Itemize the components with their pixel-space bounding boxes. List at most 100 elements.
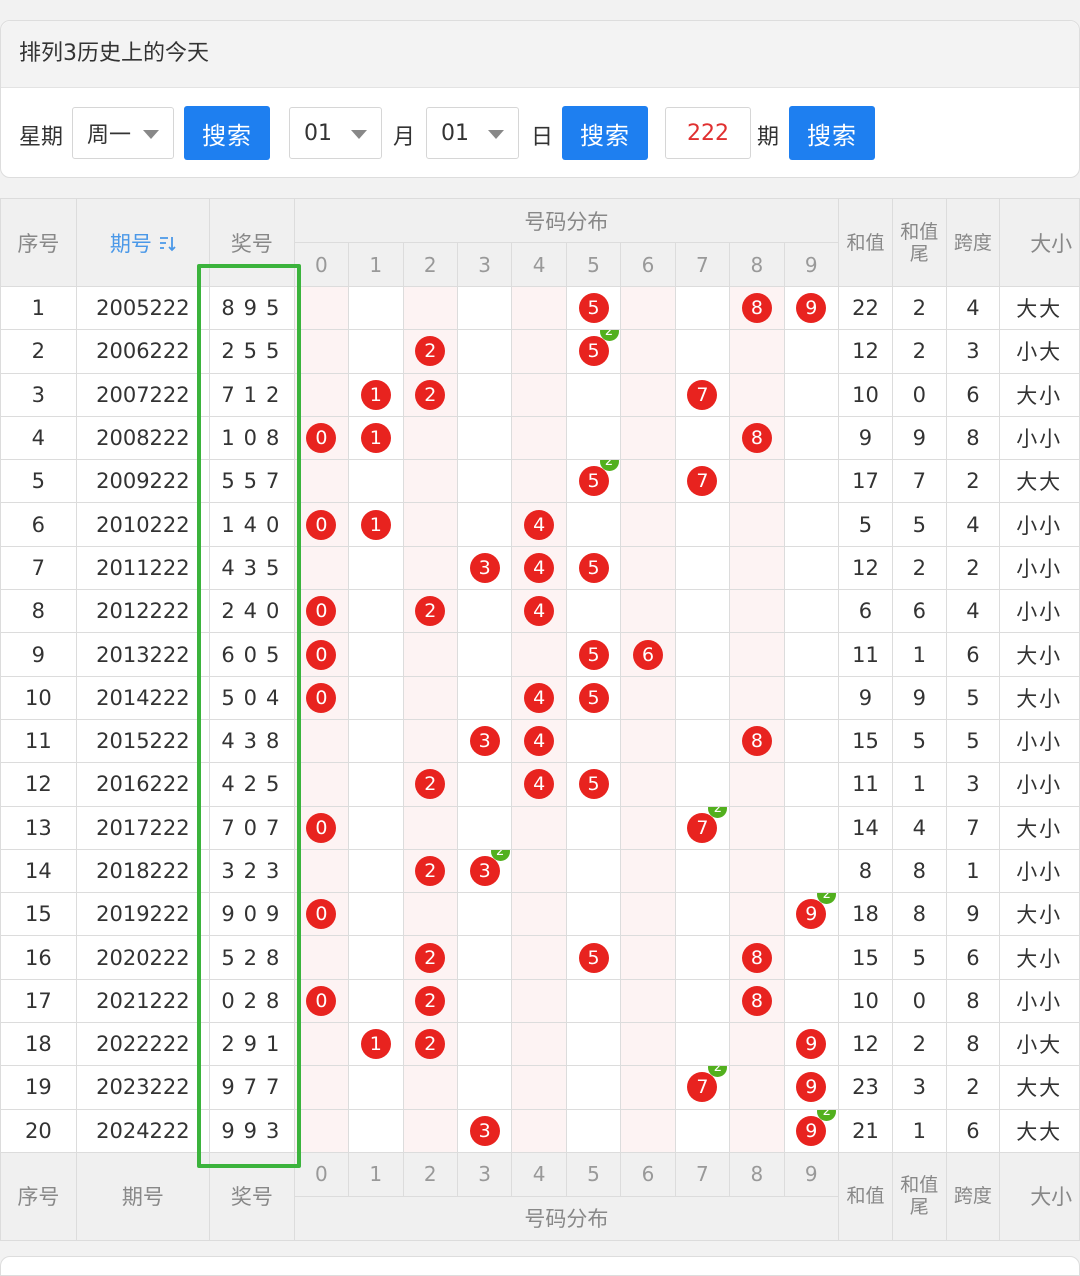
row-span: 4 <box>945 502 1001 547</box>
dist-cell-6 <box>620 848 676 894</box>
number-ball: 2 <box>415 769 446 800</box>
weekday-label: 星期 <box>19 125 64 150</box>
dist-cell-8 <box>729 502 785 547</box>
dist-cell-7: 72 <box>674 1065 731 1110</box>
row-sum-tail: 5 <box>891 935 947 980</box>
footer-sum-tail: 和值尾 <box>891 1151 947 1241</box>
dist-cell-7 <box>674 1022 731 1067</box>
dist-cell-5 <box>565 892 622 937</box>
dist-cell-9 <box>783 805 840 850</box>
digit-header-4: 4 <box>511 242 567 287</box>
dist-cell-2: 2 <box>402 762 458 807</box>
header-award: 奖号 <box>209 198 295 287</box>
row-sum-tail: 8 <box>891 848 947 894</box>
dist-cell-8 <box>729 1065 785 1110</box>
number-ball: 52 <box>578 330 619 367</box>
dist-cell-7 <box>674 762 731 807</box>
dist-cell-8 <box>729 329 785 374</box>
dist-cell-1: 1 <box>348 415 404 461</box>
row-period: 2009222 <box>75 459 211 504</box>
row-span: 2 <box>945 545 1001 591</box>
dist-cell-1 <box>348 545 404 591</box>
dist-cell-3 <box>456 762 513 807</box>
dist-cell-8 <box>729 805 785 850</box>
table-row: 9 2013222 605 0 5 6 11 1 6 大小 <box>0 632 1080 677</box>
search-weekday-button[interactable]: 搜索 <box>184 106 270 160</box>
weekday-select[interactable]: 周一 <box>72 107 174 159</box>
table-row: 17 2021222 028 0 2 8 10 0 8 小小 <box>0 978 1080 1024</box>
dist-cell-3 <box>456 372 513 417</box>
dist-cell-7: 7 <box>674 459 731 504</box>
dist-cell-4 <box>511 459 567 504</box>
dist-cell-9 <box>783 718 840 764</box>
dist-cell-1 <box>348 978 404 1024</box>
number-ball: 2 <box>415 985 446 1016</box>
dist-cell-5: 5 <box>565 285 622 331</box>
dist-cell-4 <box>511 285 567 331</box>
month-select[interactable]: 01 <box>289 107 382 159</box>
number-ball: 3 <box>469 552 500 583</box>
number-ball: 3 <box>469 726 500 757</box>
dist-cell-6 <box>620 545 676 591</box>
dist-cell-4: 4 <box>511 675 567 720</box>
dist-cell-0: 0 <box>293 675 350 720</box>
row-size: 小小 <box>999 589 1080 634</box>
row-period: 2013222 <box>75 632 211 677</box>
row-seq: 13 <box>0 805 77 850</box>
row-sum: 11 <box>838 762 893 807</box>
number-ball: 0 <box>306 899 337 930</box>
dist-cell-9: 92 <box>783 1108 840 1153</box>
row-span: 3 <box>945 329 1001 374</box>
repeat-count-badge: 2 <box>599 460 619 472</box>
row-sum-tail: 1 <box>891 1108 947 1153</box>
number-ball: 6 <box>632 639 663 670</box>
digit-footer-2: 2 <box>402 1151 458 1197</box>
dist-cell-1 <box>348 675 404 720</box>
dist-cell-2: 2 <box>402 848 458 894</box>
number-ball: 4 <box>524 682 555 713</box>
row-size: 大大 <box>999 1065 1080 1110</box>
dist-cell-9 <box>783 848 840 894</box>
digit-footer-0: 0 <box>293 1151 350 1197</box>
dist-cell-6 <box>620 675 676 720</box>
digit-header-6: 6 <box>620 242 676 287</box>
dist-cell-1 <box>348 935 404 980</box>
row-award: 435 <box>209 545 295 591</box>
row-sum-tail: 5 <box>891 502 947 547</box>
day-select[interactable]: 01 <box>426 107 519 159</box>
digit-header-7: 7 <box>674 242 731 287</box>
dist-cell-1 <box>348 329 404 374</box>
row-size: 大小 <box>999 935 1080 980</box>
row-period: 2017222 <box>75 805 211 850</box>
footer-sum: 和值 <box>838 1151 893 1241</box>
dist-cell-0: 0 <box>293 978 350 1024</box>
dist-cell-2 <box>402 502 458 547</box>
dist-cell-3 <box>456 502 513 547</box>
row-award: 557 <box>209 459 295 504</box>
search-period-button[interactable]: 搜索 <box>789 106 875 160</box>
row-sum-tail: 7 <box>891 459 947 504</box>
table-row: 12 2016222 425 2 4 5 11 1 3 小小 <box>0 762 1080 807</box>
table-row: 14 2018222 323 2 3 2 8 8 1 小小 <box>0 848 1080 894</box>
row-period: 2005222 <box>75 285 211 331</box>
search-date-button[interactable]: 搜索 <box>562 106 648 160</box>
dist-cell-5 <box>565 589 622 634</box>
period-value: 222 <box>687 120 729 146</box>
dist-cell-5 <box>565 1108 622 1153</box>
header-sum: 和值 <box>838 198 893 287</box>
header-period[interactable]: 期号 <box>75 198 211 287</box>
sort-icon[interactable] <box>158 235 176 253</box>
number-ball: 0 <box>306 596 337 627</box>
row-sum-tail: 3 <box>891 1065 947 1110</box>
table-row: 4 2008222 108 0 1 8 9 9 8 小小 <box>0 415 1080 461</box>
header-size: 大小 <box>999 198 1080 287</box>
dist-cell-0 <box>293 1022 350 1067</box>
row-award: 712 <box>209 372 295 417</box>
row-sum: 22 <box>838 285 893 331</box>
digit-footer-5: 5 <box>565 1151 622 1197</box>
row-seq: 10 <box>0 675 77 720</box>
dist-cell-0: 0 <box>293 589 350 634</box>
row-period: 2006222 <box>75 329 211 374</box>
dist-cell-5: 5 <box>565 675 622 720</box>
period-input[interactable]: 222 <box>665 107 751 159</box>
